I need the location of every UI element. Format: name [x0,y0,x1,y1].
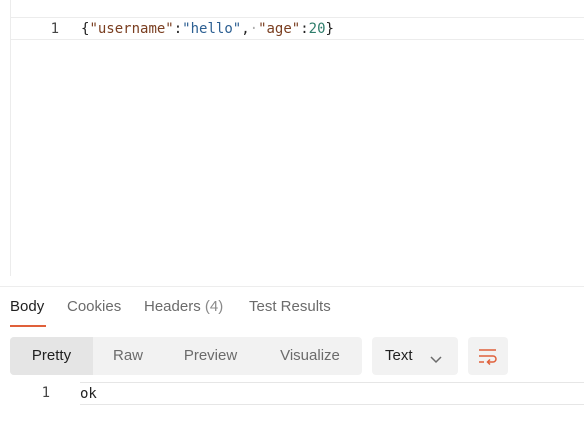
tab-cookies[interactable]: Cookies [67,298,121,315]
tab-headers[interactable]: Headers (4) [144,298,223,315]
headers-count-badge: (4) [204,298,224,315]
response-body-text: ok [80,386,97,402]
request-json-code[interactable]: {"username":"hello",·"age":20} [81,21,334,37]
tab-headers-label: Headers [144,298,201,315]
tab-test-results[interactable]: Test Results [249,298,331,315]
view-preview-button[interactable]: Preview [163,337,258,375]
json-key-age: "age" [258,21,301,37]
response-line-number: 1 [41,385,50,401]
language-select[interactable]: Text [372,337,458,375]
wrap-lines-button[interactable] [468,337,508,375]
request-body-editor[interactable]: 1 {"username":"hello",·"age":20} [10,0,584,276]
json-key-username: "username" [89,21,174,37]
whitespace-marker: · [249,21,259,37]
json-comma: , [241,21,250,37]
editor-line[interactable]: 1 {"username":"hello",·"age":20} [11,17,584,40]
json-value-20: 20 [308,21,326,37]
language-select-value: Text [385,347,413,364]
response-body-line[interactable]: ok [80,382,584,405]
chevron-down-icon [430,351,442,369]
view-visualize-button[interactable]: Visualize [258,337,362,375]
tab-body[interactable]: Body [10,298,44,315]
view-pretty-button[interactable]: Pretty [10,337,93,375]
view-raw-button[interactable]: Raw [93,337,163,375]
view-mode-selector: Pretty Raw Preview Visualize [10,337,362,375]
active-tab-indicator [10,325,46,327]
json-close-brace: } [325,21,334,37]
panel-divider[interactable] [0,286,584,287]
json-colon: : [300,21,309,37]
line-number: 1 [50,21,59,37]
json-colon: : [173,21,183,37]
json-value-hello: "hello" [182,21,242,37]
